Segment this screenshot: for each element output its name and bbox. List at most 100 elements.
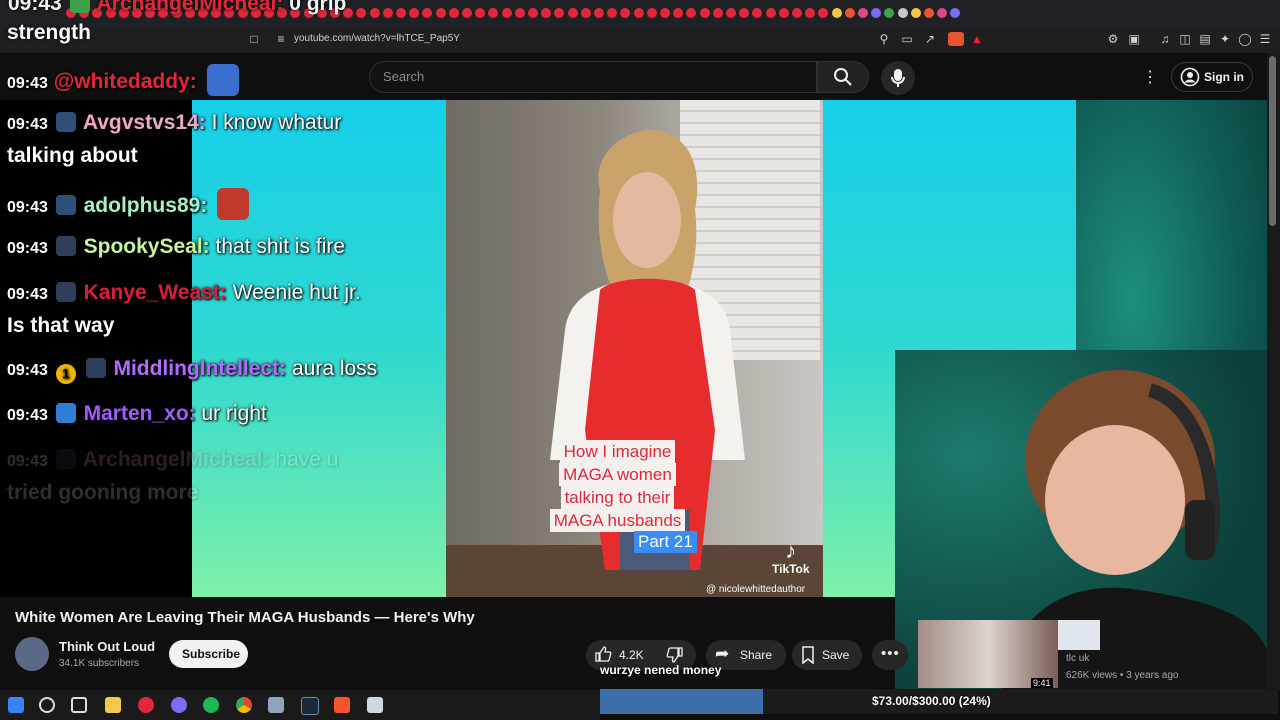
suggested-channel[interactable]: tlc uk: [1066, 653, 1089, 664]
browser-tab-favicon[interactable]: [660, 8, 670, 18]
share-page-icon[interactable]: ↗: [923, 32, 937, 46]
leo-icon[interactable]: ✦: [1218, 32, 1232, 46]
chat-message: 09:43 Marten_xo: ur right: [7, 400, 267, 430]
chat-text: 0 grip: [289, 0, 347, 15]
chat-badge-icon: [55, 449, 76, 469]
chat-text: Weenie hut jr.: [232, 281, 361, 304]
browser-tab-favicon[interactable]: [396, 8, 406, 18]
browser-tab-favicon[interactable]: [831, 8, 842, 18]
thumbs-down-icon[interactable]: [666, 646, 684, 664]
browser-tab-favicon[interactable]: [528, 8, 538, 18]
vpn-icon[interactable]: ◯: [1238, 32, 1252, 46]
steam-icon[interactable]: [301, 697, 319, 715]
browser-tab-favicon[interactable]: [765, 8, 776, 18]
obs-icon[interactable]: [138, 697, 154, 713]
media-icon[interactable]: ♫: [1158, 32, 1172, 46]
bookmark-icon[interactable]: □: [247, 32, 261, 46]
thumbs-up-icon[interactable]: [594, 645, 612, 663]
chat-badge-icon: [55, 403, 76, 423]
chat-username: Marten_xo: [83, 402, 189, 425]
donation-goal-text: $73.00/$300.00 (24%): [872, 694, 991, 708]
browser-tab-favicon[interactable]: [369, 8, 380, 18]
site-info-icon[interactable]: ≡: [274, 32, 288, 46]
channel-name[interactable]: Think Out Loud: [59, 639, 155, 654]
chat-text: aura loss: [291, 357, 378, 380]
suggested-meta: 626K views • 3 years ago: [1066, 670, 1179, 681]
browser-tab-favicon[interactable]: [448, 8, 459, 18]
menu-icon[interactable]: ☰: [1258, 32, 1272, 46]
microphone-icon: [891, 69, 905, 87]
tiktok-username: @ nicolewhittedauthor: [706, 584, 806, 595]
chat-separator: :: [198, 111, 206, 134]
task-view-icon[interactable]: [71, 697, 87, 713]
part-label: Part 21: [634, 531, 697, 553]
gift-badge-icon: 1: [55, 364, 76, 384]
chat-text: have u: [275, 448, 339, 471]
chat-text: I know whatur: [211, 111, 342, 134]
taskbar-search-icon[interactable]: [39, 697, 55, 713]
bookmark-save-icon: [802, 646, 814, 664]
browser-tab-favicon[interactable]: [594, 8, 604, 18]
sidebar-icon[interactable]: ◫: [1178, 32, 1192, 46]
more-icon: •••: [881, 645, 900, 662]
browser-tab-favicon[interactable]: [858, 8, 868, 18]
chat-message: 09:43 Kanye_Weast: Weenie hut jr.: [7, 279, 361, 309]
spotify-icon[interactable]: [203, 697, 219, 713]
search-input[interactable]: [369, 61, 817, 93]
windows-start-icon[interactable]: [8, 697, 24, 713]
chat-username: MiddlingIntellect: [113, 357, 280, 380]
browser-tab-favicon[interactable]: [382, 8, 393, 18]
app-icon-2[interactable]: [367, 697, 383, 713]
scrollbar-thumb[interactable]: [1269, 56, 1276, 226]
chat-badge-icon: [55, 112, 76, 132]
video-caption: How I imagine MAGA women talking to thei…: [535, 440, 700, 532]
rewards-icon[interactable]: ▲: [970, 32, 984, 46]
sign-in-label: Sign in: [1204, 70, 1244, 84]
settings-menu-icon[interactable]: ⋮: [1142, 67, 1158, 87]
chrome-icon[interactable]: [236, 697, 252, 713]
browser-tab-favicon[interactable]: [726, 8, 736, 18]
browser-tab-favicon[interactable]: [462, 8, 472, 18]
browser-tab-favicon[interactable]: [924, 8, 934, 18]
extensions-icon[interactable]: ⚙: [1106, 32, 1120, 46]
app-icon[interactable]: [268, 697, 284, 713]
voice-search-button[interactable]: [881, 61, 915, 95]
url-text[interactable]: youtube.com/watch?v=lhTCE_Pap5Y: [294, 33, 460, 44]
browser-tab-favicon[interactable]: [646, 8, 657, 18]
chat-badge-icon: [85, 358, 106, 378]
channel-avatar[interactable]: [15, 637, 49, 671]
zoom-icon[interactable]: ⚲: [877, 32, 891, 46]
chat-text: that shit is fire: [215, 235, 346, 258]
chat-badge-icon: [69, 0, 90, 13]
brave-shield-icon[interactable]: [948, 32, 964, 46]
chat-time: 09:43: [7, 199, 48, 216]
browser-tab-favicon[interactable]: [567, 8, 578, 18]
browser-tab-favicon[interactable]: [501, 8, 512, 18]
browser-tab-favicon[interactable]: [844, 8, 855, 18]
brave-icon[interactable]: [334, 697, 350, 713]
browser-tab-favicon[interactable]: [897, 8, 908, 18]
chat-time: 09:43: [7, 240, 48, 257]
chat-text-continuation: talking about: [7, 144, 138, 167]
browser-tab-favicon[interactable]: [435, 8, 446, 18]
cast-icon[interactable]: ▭: [900, 32, 914, 46]
browser-tab-favicon[interactable]: [792, 8, 802, 18]
discord-icon[interactable]: [171, 697, 187, 713]
chat-time: 09:43: [7, 407, 48, 424]
browser-tab-favicon[interactable]: [910, 8, 921, 18]
browser-tab-favicon[interactable]: [778, 8, 789, 18]
browser-tab-favicon[interactable]: [580, 8, 591, 18]
search-button[interactable]: [817, 61, 869, 93]
browser-tab-favicon[interactable]: [514, 8, 525, 18]
chat-message: 09:43 1 MiddlingIntellect: aura loss: [7, 355, 377, 385]
tab-search-icon[interactable]: ▣: [1127, 32, 1141, 46]
like-count[interactable]: 4.2K: [619, 648, 644, 662]
wallet-icon[interactable]: ▤: [1198, 32, 1212, 46]
browser-tab-favicon[interactable]: [712, 8, 723, 18]
browser-tab-favicon[interactable]: [699, 8, 710, 18]
browser-address-bar: [0, 27, 1280, 53]
browser-tab-favicon[interactable]: [633, 8, 644, 18]
chat-time: 09:43: [7, 362, 48, 379]
suggested-video-duration: 9:41: [1031, 678, 1053, 688]
file-explorer-icon[interactable]: [105, 697, 121, 713]
